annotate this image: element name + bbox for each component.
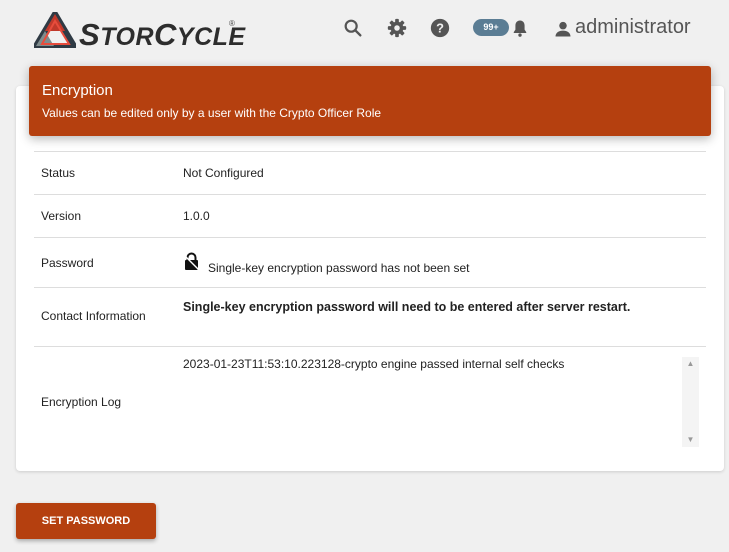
logo-wordmark: STORCYCLE [79, 17, 246, 52]
version-value: 1.0.0 [183, 209, 210, 223]
encryption-card-header: Encryption Values can be edited only by … [29, 66, 711, 136]
password-row: Password Single-key encryption password … [34, 237, 706, 287]
gear-icon[interactable] [386, 17, 408, 39]
bell-icon[interactable] [510, 17, 530, 39]
registered-mark: ® [229, 19, 235, 28]
username-label[interactable]: administrator [575, 16, 691, 39]
help-icon[interactable]: ? [429, 17, 451, 39]
status-value: Not Configured [183, 166, 264, 180]
contact-label: Contact Information [41, 309, 146, 323]
logo-triangle-icon [34, 12, 76, 48]
log-label: Encryption Log [41, 395, 122, 409]
status-row: Status Not Configured [34, 151, 706, 194]
contact-row: Contact Information Single-key encryptio… [34, 287, 706, 346]
password-value: Single-key encryption password has not b… [208, 261, 470, 275]
scroll-up-icon[interactable]: ▲ [682, 357, 699, 371]
log-scrollbar[interactable]: ▲ ▼ [682, 357, 699, 447]
card-subtitle: Values can be edited only by a user with… [42, 106, 382, 120]
password-label: Password [41, 256, 94, 270]
scroll-down-icon[interactable]: ▼ [682, 433, 699, 447]
user-icon[interactable] [553, 18, 573, 40]
status-label: Status [41, 166, 76, 180]
version-row: Version 1.0.0 [34, 194, 706, 237]
log-entry: 2023-01-23T11:53:10.223128-crypto engine… [183, 357, 565, 371]
version-label: Version [41, 209, 82, 223]
svg-text:?: ? [436, 21, 444, 36]
encryption-log-textarea[interactable]: 2023-01-23T11:53:10.223128-crypto engine… [183, 357, 699, 445]
log-row: Encryption Log 2023-01-23T11:53:10.22312… [34, 346, 706, 454]
search-icon[interactable] [342, 17, 364, 39]
app-header: STORCYCLE ® ? 99+ administrator [0, 0, 729, 58]
card-title: Encryption [42, 82, 113, 99]
contact-value: Single-key encryption password will need… [183, 300, 631, 314]
notifications-badge[interactable]: 99+ [473, 19, 509, 36]
set-password-button[interactable]: SET PASSWORD [16, 503, 156, 539]
lock-icon [183, 252, 200, 271]
storcycle-logo[interactable]: STORCYCLE ® [34, 12, 246, 52]
